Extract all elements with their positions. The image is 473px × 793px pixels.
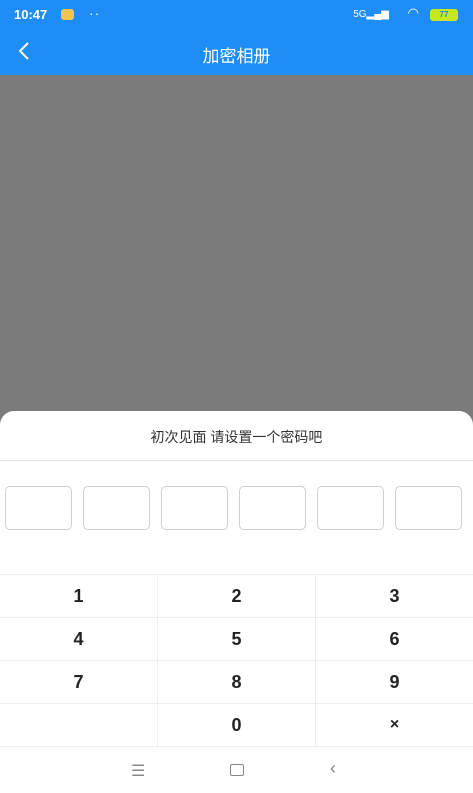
notification-icon bbox=[61, 9, 74, 20]
password-panel: 初次见面 请设置一个密码吧 1 2 3 4 5 6 7 8 9 0 × ☰ ‹ bbox=[0, 411, 473, 793]
key-1[interactable]: 1 bbox=[0, 575, 158, 618]
pin-box-1[interactable] bbox=[5, 486, 72, 530]
pin-box-5[interactable] bbox=[317, 486, 384, 530]
pin-input-row bbox=[5, 486, 468, 530]
key-3[interactable]: 3 bbox=[316, 575, 473, 618]
pin-box-3[interactable] bbox=[161, 486, 228, 530]
system-nav-bar: ☰ ‹ bbox=[0, 749, 473, 789]
pin-box-4[interactable] bbox=[239, 486, 306, 530]
pin-box-6[interactable] bbox=[395, 486, 462, 530]
password-prompt: 初次见面 请设置一个密码吧 bbox=[150, 429, 323, 445]
key-8[interactable]: 8 bbox=[158, 661, 316, 704]
signal-icon: 5G▂▄▆ bbox=[353, 9, 389, 20]
status-dots: ·· bbox=[89, 5, 101, 21]
status-bar: 10:47 ·· 5G▂▄▆ ◠ 77 bbox=[0, 0, 473, 30]
key-5[interactable]: 5 bbox=[158, 618, 316, 661]
delete-key[interactable]: × bbox=[316, 704, 473, 747]
page-title: 加密相册 bbox=[202, 47, 271, 66]
signal-label: 5G bbox=[353, 9, 367, 20]
battery-level: 77 bbox=[439, 10, 449, 19]
key-2[interactable]: 2 bbox=[158, 575, 316, 618]
key-7[interactable]: 7 bbox=[0, 661, 158, 704]
key-6[interactable]: 6 bbox=[316, 618, 473, 661]
key-9[interactable]: 9 bbox=[316, 661, 473, 704]
menu-icon[interactable]: ☰ bbox=[131, 761, 145, 781]
home-icon[interactable] bbox=[230, 764, 244, 776]
app-bar: 加密相册 bbox=[0, 30, 473, 75]
status-time: 10:47 bbox=[14, 7, 48, 22]
key-4[interactable]: 4 bbox=[0, 618, 158, 661]
pin-box-2[interactable] bbox=[83, 486, 150, 530]
numeric-keypad: 1 2 3 4 5 6 7 8 9 0 × bbox=[0, 574, 473, 747]
key-0[interactable]: 0 bbox=[158, 704, 316, 747]
nav-back-icon[interactable]: ‹ bbox=[330, 758, 336, 779]
wifi-icon: ◠ bbox=[407, 5, 419, 20]
battery-icon: 77 bbox=[430, 9, 458, 21]
key-empty bbox=[0, 704, 158, 747]
divider bbox=[0, 460, 473, 461]
